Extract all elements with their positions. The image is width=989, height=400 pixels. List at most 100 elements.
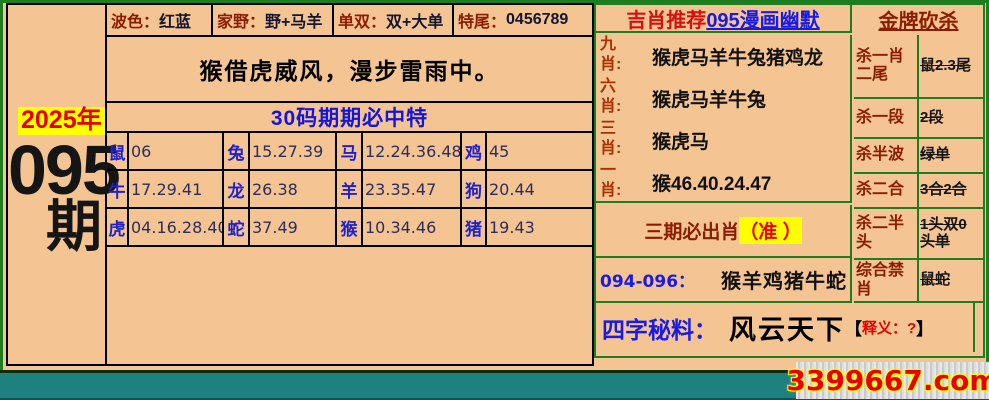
- period-range-label: 094-096：: [596, 267, 695, 292]
- band-value: 野+马羊: [265, 8, 322, 32]
- gold-kill-header: 金牌砍杀: [854, 5, 983, 33]
- zodiac-number-table: 鼠 06 兔 15.27.39 马 12.24.36.48 鸡 45 牛 17.…: [107, 133, 592, 247]
- accuracy-badge: （准 ）: [739, 217, 801, 244]
- secret-note: 释义：?: [862, 317, 916, 338]
- kill-row: 杀二半头 1头双0头单: [854, 209, 975, 260]
- kill-label: 杀一段: [854, 99, 919, 137]
- kill-row: 综合禁肖 鼠蛇: [854, 260, 975, 303]
- kill-row: 杀一段 2段: [854, 99, 975, 139]
- one-xiao-value: 猴46.40.24.47: [630, 161, 850, 203]
- band-value: 红蓝: [159, 8, 191, 32]
- right-spacer-column: [975, 35, 983, 356]
- zodiac-numbers: 06: [128, 133, 223, 170]
- kill-row: 杀一肖二尾 鼠2.3尾: [854, 35, 975, 99]
- period-range-value: 猴羊鸡猪牛蛇: [721, 265, 847, 294]
- band-label: 单双：: [338, 8, 386, 32]
- band-label: 特尾：: [458, 8, 506, 32]
- kill-label: 杀一肖二尾: [854, 35, 919, 97]
- zodiac-label: 牛: [107, 170, 128, 208]
- kill-value: 绿单: [919, 139, 975, 172]
- zodiac-label: 蛇: [223, 208, 249, 246]
- band-cell-odd-even: 单双： 双+大单: [334, 5, 454, 35]
- zodiac-label: 狗: [461, 170, 486, 208]
- zodiac-label: 虎: [107, 208, 128, 246]
- secret-value: 风云天下: [729, 308, 845, 347]
- table-row: 鼠 06 兔 15.27.39 马 12.24.36.48 鸡 45: [107, 133, 592, 170]
- zodiac-numbers: 17.29.41: [128, 170, 223, 208]
- recommend-header: 吉肖推荐095漫画幽默: [596, 5, 852, 33]
- zodiac-numbers: 20.44: [486, 170, 592, 208]
- nine-xiao-value: 猴虎马羊牛兔猪鸡龙: [630, 35, 850, 77]
- band-value: 0456789: [506, 11, 568, 29]
- zodiac-numbers: 10.34.46: [362, 208, 461, 246]
- band-cell-home-wild: 家野： 野+马羊: [213, 5, 334, 35]
- page-border-left: [0, 0, 3, 372]
- band-value: 双+大单: [386, 8, 443, 32]
- band-cell-wave-color: 波色： 红蓝: [107, 5, 213, 35]
- prediction-main-area: 波色： 红蓝 家野： 野+马羊 单双： 双+大单 特尾： 0456789 猴借虎…: [107, 5, 592, 364]
- zodiac-numbers: 23.35.47: [362, 170, 461, 208]
- three-period-row: 三期必出肖（准 ）: [596, 205, 852, 258]
- period-range-row: 094-096： 猴羊鸡猪牛蛇: [596, 258, 852, 303]
- zodiac-numbers: 15.27.39: [249, 133, 336, 170]
- zodiac-numbers: 26.38: [249, 170, 336, 208]
- attribute-band-row: 波色： 红蓝 家野： 野+马羊 单双： 双+大单 特尾： 0456789: [107, 5, 592, 37]
- secret-label: 四字秘料：: [596, 311, 717, 345]
- band-label: 波色：: [111, 8, 159, 32]
- headline-verse: 猴借虎威风，漫步雷雨中。: [200, 52, 500, 86]
- zodiac-recommend-block: 九肖: 猴虎马羊牛兔猪鸡龙 六肖: 猴虎马羊牛兔 三肖: 猴虎马 一肖:: [596, 35, 852, 203]
- kill-value: 2段: [919, 99, 975, 137]
- nine-xiao-label: 九肖:: [596, 35, 630, 77]
- three-xiao-label: 三肖:: [596, 119, 630, 161]
- headline-row: 猴借虎威风，漫步雷雨中。: [107, 37, 592, 103]
- zodiac-label: 猪: [461, 208, 486, 246]
- three-period-title: 三期必出肖: [644, 217, 739, 244]
- three-xiao-value: 猴虎马: [630, 119, 850, 161]
- band-cell-special-tail: 特尾： 0456789: [454, 5, 592, 35]
- band-label: 家野：: [217, 8, 265, 32]
- zodiac-label: 龙: [223, 170, 249, 208]
- kill-label: 杀半波: [854, 139, 919, 172]
- zodiac-label: 猴: [336, 208, 362, 246]
- zodiac-numbers: 37.49: [249, 208, 336, 246]
- table-title-row: 30码期期必中特: [107, 103, 592, 133]
- zodiac-label: 鼠: [107, 133, 128, 170]
- nine-xiao-row: 九肖: 猴虎马羊牛兔猪鸡龙: [596, 35, 850, 77]
- six-xiao-value: 猴虎马羊牛兔: [630, 77, 850, 119]
- zodiac-numbers: 04.16.28.40: [128, 208, 223, 246]
- bracket-open: 【: [845, 315, 862, 340]
- comic-humor-link[interactable]: 095漫画幽默: [706, 4, 819, 33]
- kill-value: 1头双0头单: [919, 209, 975, 258]
- kill-value: 鼠蛇: [919, 260, 975, 301]
- gold-kill-column: 杀一肖二尾 鼠2.3尾 杀一段 2段 杀半波 绿单 杀二合 3合2合 杀二半头 …: [854, 35, 975, 303]
- recommend-prefix: 吉肖推荐: [626, 4, 706, 33]
- kill-label: 综合禁肖: [854, 260, 919, 301]
- table-row: 虎 04.16.28.40 蛇 37.49 猴 10.34.46 猪 19.43: [107, 208, 592, 246]
- kill-row: 杀半波 绿单: [854, 139, 975, 174]
- zodiac-numbers: 12.24.36.48: [362, 133, 461, 170]
- kill-value: 鼠2.3尾: [919, 35, 975, 97]
- four-word-secret-row: 四字秘料： 风云天下 【 释义：? 】: [596, 303, 975, 352]
- bracket-close: 】: [916, 315, 933, 340]
- watermark-box[interactable]: 3399667.com: [796, 362, 989, 399]
- gold-kill-title: 金牌砍杀: [879, 5, 959, 34]
- one-xiao-row: 一肖: 猴46.40.24.47: [596, 161, 850, 203]
- zodiac-numbers: 19.43: [486, 208, 592, 246]
- issue-number: 095: [8, 137, 105, 204]
- zodiac-label: 兔: [223, 133, 249, 170]
- one-xiao-label: 一肖:: [596, 161, 630, 203]
- zodiac-label: 鸡: [461, 133, 486, 170]
- six-xiao-label: 六肖:: [596, 77, 630, 119]
- issue-column: 2025年 095 期: [8, 5, 107, 364]
- kill-label: 杀二半头: [854, 209, 919, 258]
- kill-value: 3合2合: [919, 174, 975, 207]
- lottery-tip-sheet: 2025年 095 期 波色： 红蓝 家野： 野+马羊 单双： 双+大单 特: [0, 0, 989, 400]
- zodiac-numbers: 45: [486, 133, 592, 170]
- three-xiao-row: 三肖: 猴虎马: [596, 119, 850, 161]
- main-prediction-box: 2025年 095 期 波色： 红蓝 家野： 野+马羊 单双： 双+大单 特: [6, 3, 594, 366]
- recommendation-panel: 吉肖推荐095漫画幽默 金牌砍杀 九肖: 猴虎马羊牛兔猪鸡龙 六肖: 猴虎马羊牛…: [594, 3, 985, 358]
- site-watermark[interactable]: 3399667.com: [786, 364, 989, 397]
- kill-row: 杀二合 3合2合: [854, 174, 975, 209]
- six-xiao-row: 六肖: 猴虎马羊牛兔: [596, 77, 850, 119]
- zodiac-label: 马: [336, 133, 362, 170]
